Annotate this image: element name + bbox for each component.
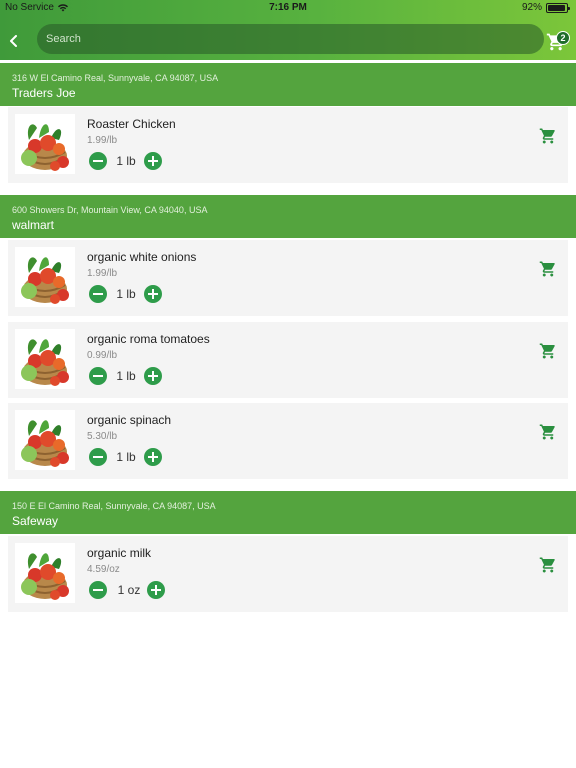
store-name: Safeway — [12, 514, 59, 528]
store-address: 316 W El Camino Real, Sunnyvale, CA 9408… — [12, 73, 219, 83]
list-item: organic spinach 5.30/lb 1 lb — [8, 403, 568, 479]
increase-quantity-button[interactable] — [144, 152, 162, 170]
decrease-quantity-button[interactable] — [89, 448, 107, 466]
store-address: 600 Showers Dr, Mountain View, CA 94040,… — [12, 205, 208, 215]
quantity-value: 1 lb — [116, 154, 136, 168]
vegetable-basket-image — [21, 420, 69, 467]
chevron-left-icon — [9, 35, 17, 47]
quantity-value: 1 lb — [116, 369, 136, 383]
store-header: 600 Showers Dr, Mountain View, CA 94040,… — [0, 195, 576, 238]
vegetable-basket-image — [21, 257, 69, 304]
vegetable-basket-image — [21, 124, 69, 171]
search-bar[interactable] — [37, 24, 544, 54]
product-price: 1.99/lb — [87, 135, 118, 146]
add-to-cart-button[interactable] — [539, 127, 557, 145]
product-price: 5.30/lb — [87, 431, 118, 442]
decrease-quantity-button[interactable] — [89, 285, 107, 303]
shopping-cart-icon — [539, 424, 555, 440]
quantity-value: 1 lb — [116, 450, 136, 464]
vegetable-basket-image — [21, 339, 69, 386]
quantity-value: 1 lb — [116, 287, 136, 301]
product-name: organic white onions — [87, 250, 197, 264]
shopping-cart-icon — [539, 557, 555, 573]
store-address: 150 E El Camino Real, Sunnyvale, CA 9408… — [12, 501, 216, 511]
store-name: Traders Joe — [12, 86, 76, 100]
vegetable-basket-image — [21, 553, 69, 600]
product-name: organic milk — [87, 546, 152, 560]
store-header: 316 W El Camino Real, Sunnyvale, CA 9408… — [0, 63, 576, 106]
add-to-cart-button[interactable] — [539, 260, 557, 278]
status-right: 92% — [521, 2, 570, 13]
add-to-cart-button[interactable] — [539, 423, 557, 441]
shopping-cart-icon — [539, 343, 555, 359]
product-price: 0.99/lb — [87, 350, 118, 361]
list-item: Roaster Chicken 1.99/lb 1 lb — [8, 107, 568, 183]
product-name: organic spinach — [87, 413, 172, 427]
increase-quantity-button[interactable] — [144, 285, 162, 303]
status-time: 7:16 PM — [269, 2, 307, 13]
decrease-quantity-button[interactable] — [89, 581, 107, 599]
store-name: walmart — [12, 218, 55, 232]
status-bar: No Service 7:16 PM 92% — [0, 0, 576, 16]
shopping-cart-icon — [539, 261, 555, 277]
product-image — [15, 543, 75, 603]
quantity-value: 1 oz — [117, 583, 141, 597]
search-input[interactable] — [37, 24, 544, 54]
shopping-cart-icon — [539, 128, 555, 144]
battery-percent: 92% — [521, 2, 542, 13]
add-to-cart-button[interactable] — [539, 342, 557, 360]
product-image — [15, 329, 75, 389]
list-item: organic milk 4.59/oz 1 oz — [8, 536, 568, 612]
battery-level — [548, 4, 565, 11]
top-bar: No Service 7:16 PM 92% 2 — [0, 0, 576, 60]
product-image — [15, 247, 75, 307]
product-name: Roaster Chicken — [87, 117, 176, 131]
battery-icon — [546, 2, 570, 13]
cart-count-badge: 2 — [556, 31, 570, 45]
product-name: organic roma tomatoes — [87, 332, 210, 346]
product-price: 4.59/oz — [87, 564, 120, 575]
increase-quantity-button[interactable] — [144, 448, 162, 466]
list-item: organic white onions 1.99/lb 1 lb — [8, 240, 568, 316]
product-image — [15, 410, 75, 470]
increase-quantity-button[interactable] — [147, 581, 165, 599]
increase-quantity-button[interactable] — [144, 367, 162, 385]
decrease-quantity-button[interactable] — [89, 367, 107, 385]
back-button[interactable] — [2, 29, 24, 53]
list-item: organic roma tomatoes 0.99/lb 1 lb — [8, 322, 568, 398]
store-header: 150 E El Camino Real, Sunnyvale, CA 9408… — [0, 491, 576, 534]
decrease-quantity-button[interactable] — [89, 152, 107, 170]
product-price: 1.99/lb — [87, 268, 118, 279]
add-to-cart-button[interactable] — [539, 556, 557, 574]
product-image — [15, 114, 75, 174]
